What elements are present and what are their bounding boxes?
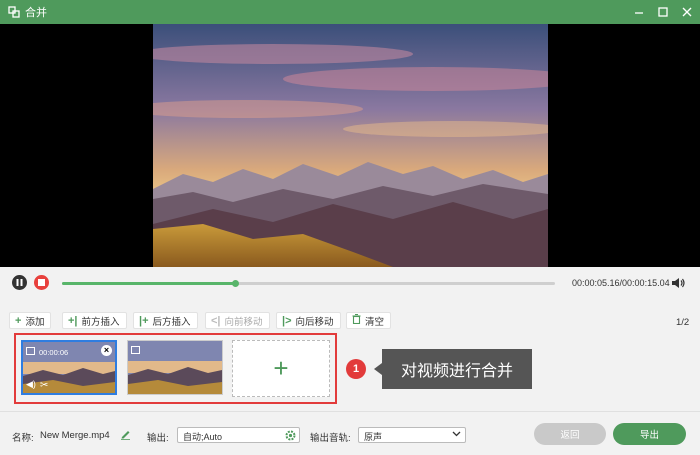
move-forward-icon: <| xyxy=(211,314,221,327)
clip-toolbar: + 添加 +| 前方插入 |+ 后方插入 <| 向前移动 |> 向后移动 清空 … xyxy=(0,309,700,331)
move-backward-button[interactable]: |> 向后移动 xyxy=(276,312,341,329)
merge-icon xyxy=(8,6,20,18)
add-button[interactable]: + 添加 xyxy=(9,312,52,329)
remove-clip-icon[interactable]: × xyxy=(101,345,112,356)
insert-before-icon: +| xyxy=(68,314,78,327)
clear-button-label: 清空 xyxy=(365,316,385,328)
move-forward-label: 向前移动 xyxy=(224,316,263,328)
progress-slider[interactable] xyxy=(62,280,555,287)
name-label: 名称: xyxy=(12,433,34,444)
clear-button[interactable]: 清空 xyxy=(346,312,392,329)
insert-before-label: 前方插入 xyxy=(81,316,120,328)
back-button[interactable]: 返回 xyxy=(534,423,606,445)
audio-track-label: 输出音轨: xyxy=(310,433,351,444)
volume-icon[interactable] xyxy=(670,275,686,291)
close-icon[interactable] xyxy=(680,5,694,19)
add-button-label: 添加 xyxy=(25,316,45,328)
edit-icon[interactable] xyxy=(120,429,131,440)
move-backward-icon: |> xyxy=(282,314,292,327)
insert-after-icon: |+ xyxy=(139,314,149,327)
plus-icon: + xyxy=(15,314,22,327)
film-icon xyxy=(131,346,140,354)
trash-icon xyxy=(352,314,361,327)
film-icon xyxy=(26,347,35,355)
playback-bar: 00:00:05.16/00:00:15.04 xyxy=(0,267,700,301)
add-clip-slot[interactable]: + xyxy=(232,340,330,397)
export-button[interactable]: 导出 xyxy=(613,423,686,445)
callout-tooltip: 对视频进行合并 xyxy=(374,349,532,389)
video-preview[interactable] xyxy=(0,24,700,267)
gear-icon[interactable] xyxy=(285,430,296,441)
audio-track-value: 原声 xyxy=(364,432,383,442)
output-format-value: 自动;Auto xyxy=(183,432,223,442)
progress-handle[interactable] xyxy=(231,280,239,287)
playback-time: 00:00:05.16/00:00:15.04 xyxy=(572,278,670,288)
output-format-select[interactable]: 自动;Auto xyxy=(177,427,300,443)
clips-highlight-frame: 00:00:06 × ◀) ✂ + xyxy=(14,333,337,404)
clip-thumbnail-image xyxy=(128,341,222,394)
output-label: 输出: xyxy=(147,433,169,444)
insert-after-label: 后方插入 xyxy=(152,316,191,328)
progress-fill xyxy=(62,282,235,285)
bottom-bar: 名称: New Merge.mp4 输出: 自动;Auto 输出音轨: 原声 返… xyxy=(0,411,700,455)
chevron-down-icon xyxy=(452,429,461,440)
pause-icon[interactable] xyxy=(12,275,27,290)
minimize-icon[interactable] xyxy=(632,5,646,19)
move-forward-button[interactable]: <| 向前移动 xyxy=(205,312,270,329)
window-title: 合并 xyxy=(25,7,47,19)
audio-icon[interactable]: ◀) xyxy=(26,379,36,390)
file-name: New Merge.mp4 xyxy=(40,430,110,441)
preview-frame xyxy=(153,24,548,267)
maximize-icon[interactable] xyxy=(656,5,670,19)
clip-duration: 00:00:06 xyxy=(39,348,69,357)
audio-track-select[interactable]: 原声 xyxy=(358,427,466,443)
title-bar: 合并 xyxy=(0,0,700,24)
scissors-icon[interactable]: ✂ xyxy=(40,380,48,391)
clip-thumbnail[interactable]: 00:00:06 × ◀) ✂ xyxy=(21,340,117,395)
move-backward-label: 向后移动 xyxy=(295,316,334,328)
step-number-badge: 1 xyxy=(346,359,366,379)
insert-after-button[interactable]: |+ 后方插入 xyxy=(133,312,198,329)
insert-before-button[interactable]: +| 前方插入 xyxy=(62,312,127,329)
page-indicator: 1/2 xyxy=(676,317,690,328)
plus-icon: + xyxy=(273,353,289,383)
stop-icon[interactable] xyxy=(34,275,49,290)
clip-thumbnail[interactable] xyxy=(127,340,223,395)
